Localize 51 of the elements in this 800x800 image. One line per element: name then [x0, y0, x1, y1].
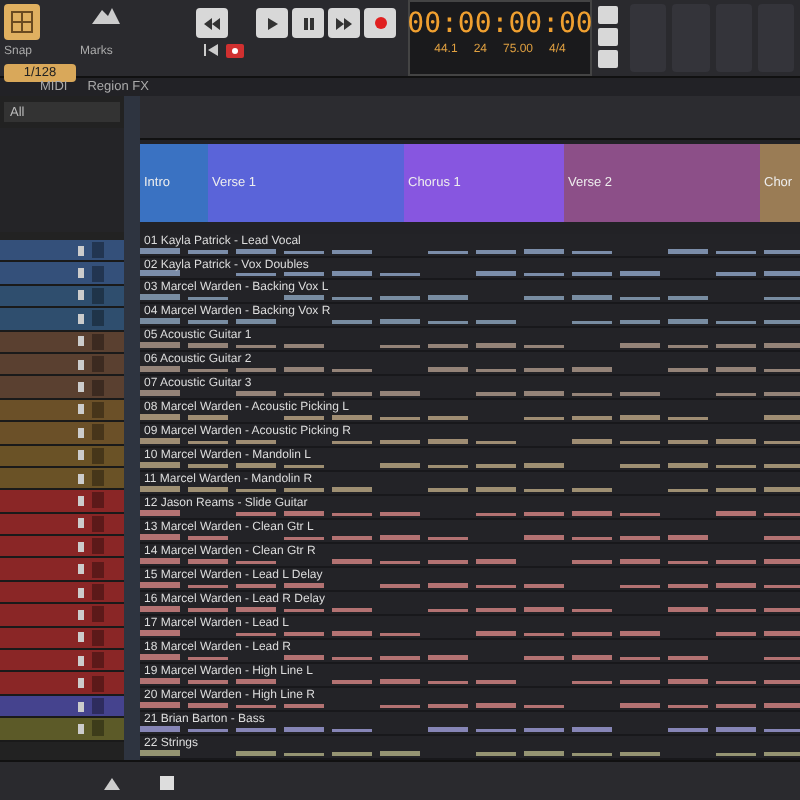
- track-header[interactable]: [0, 240, 124, 263]
- track-header[interactable]: [0, 467, 124, 491]
- track-header[interactable]: [0, 399, 124, 423]
- edit-button[interactable]: [78, 655, 84, 666]
- edit-button[interactable]: [78, 359, 84, 370]
- edit-button[interactable]: [78, 427, 84, 438]
- track-header[interactable]: [0, 490, 124, 514]
- play-button[interactable]: [256, 8, 288, 38]
- edit-button[interactable]: [78, 245, 84, 256]
- track-header[interactable]: [0, 262, 124, 286]
- track-header[interactable]: [0, 308, 124, 332]
- track-header[interactable]: [0, 331, 124, 354]
- loop-record-icon[interactable]: [226, 44, 244, 58]
- fast-forward-icon: [336, 17, 352, 29]
- pause-button[interactable]: [292, 8, 324, 38]
- pause-icon: [303, 17, 313, 29]
- edit-button[interactable]: [78, 701, 84, 711]
- collapse-icon[interactable]: [104, 777, 120, 789]
- track-header[interactable]: [0, 695, 124, 719]
- edit-button[interactable]: [78, 678, 84, 689]
- track-header[interactable]: [0, 627, 124, 651]
- record-icon: [373, 16, 387, 30]
- track-header[interactable]: [0, 650, 124, 673]
- track-header[interactable]: [0, 536, 124, 559]
- track-header[interactable]: [0, 604, 124, 628]
- track-header[interactable]: [0, 581, 124, 605]
- track-header[interactable]: [0, 422, 124, 446]
- edit-button[interactable]: [78, 723, 84, 734]
- fast-forward-button[interactable]: [328, 8, 360, 38]
- track-header[interactable]: [0, 672, 124, 696]
- snap-button[interactable]: [4, 4, 40, 40]
- edit-button[interactable]: [78, 518, 84, 529]
- edit-button[interactable]: [78, 564, 84, 575]
- track-header[interactable]: [0, 558, 124, 582]
- marks-icon[interactable]: [92, 4, 120, 24]
- go-to-start-icon[interactable]: [204, 44, 218, 56]
- edit-button[interactable]: [78, 313, 84, 324]
- track-header[interactable]: [0, 718, 124, 742]
- track-header[interactable]: [0, 285, 124, 309]
- edit-button[interactable]: [78, 450, 84, 461]
- rewind-button[interactable]: [196, 8, 228, 38]
- track-header[interactable]: [0, 445, 124, 468]
- track-header[interactable]: [0, 513, 124, 537]
- edit-button[interactable]: [78, 632, 84, 643]
- time-counter: 00:00:00:00: [407, 8, 593, 40]
- play-icon: [267, 17, 277, 29]
- rewind-icon: [204, 17, 220, 29]
- track-header[interactable]: [0, 376, 124, 400]
- track-header[interactable]: [0, 353, 124, 377]
- edit-button[interactable]: [78, 336, 84, 347]
- edit-button[interactable]: [78, 541, 84, 552]
